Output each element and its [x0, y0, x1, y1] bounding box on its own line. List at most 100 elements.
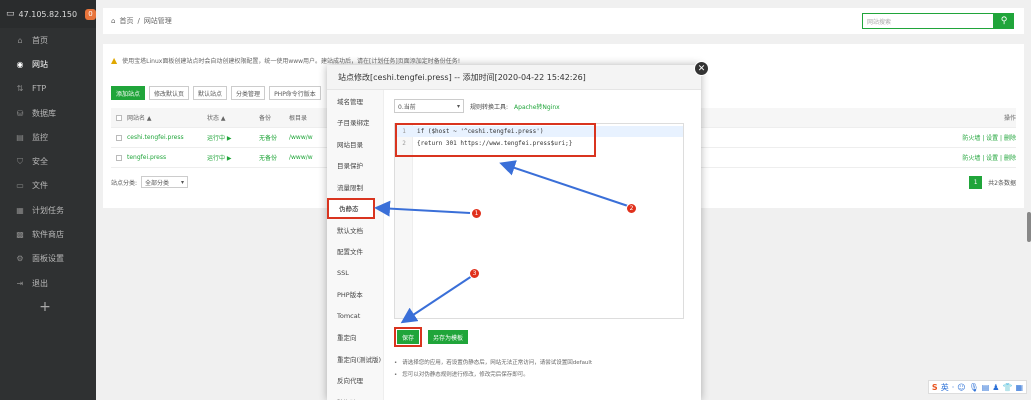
root-link[interactable]: /www/w	[289, 134, 329, 141]
col-root: 根目录	[289, 115, 308, 122]
row-checkbox[interactable]	[116, 134, 122, 141]
category-button[interactable]: 分类管理	[231, 86, 266, 100]
modal-tab[interactable]: 重定向	[327, 327, 383, 349]
modal-tab[interactable]: 子目录绑定	[327, 112, 383, 134]
close-icon[interactable]: ✕	[694, 61, 709, 76]
modal-tab[interactable]: 重定向(测试版)	[327, 348, 383, 370]
search-box: 网站搜索 ⚲	[862, 13, 1014, 29]
modal-tab[interactable]: Tomcat	[327, 305, 383, 327]
apache-to-nginx-link[interactable]: Apache转Nginx	[514, 102, 560, 111]
sidebar-item[interactable]: ⛁ 数据库	[0, 101, 96, 125]
ftp-icon: ⇅	[16, 84, 24, 94]
rewrite-select[interactable]: 0.当前 ▾	[394, 99, 464, 113]
modal-tab[interactable]: 流量限制	[327, 176, 383, 198]
annotation-marker-3: 3	[469, 268, 480, 279]
ime-lang[interactable]: 英	[941, 382, 949, 393]
modal-tab[interactable]: 网站目录	[327, 133, 383, 155]
sidebar-item[interactable]: ▭ 文件	[0, 174, 96, 198]
notice-text: 使用宝塔Linux面板创建站点时会自动创建权限配置，统一使用www用户。建站成功…	[122, 58, 461, 65]
grid-icon[interactable]: ▦	[1015, 383, 1023, 392]
modal-tab[interactable]: 配置文件	[327, 241, 383, 263]
rewrite-select-value: 0.当前	[398, 103, 416, 111]
notice-bar: ▲ 使用宝塔Linux面板创建站点时会自动创建权限配置，统一使用www用户。建站…	[111, 56, 460, 65]
search-input[interactable]: 网站搜索	[862, 13, 994, 29]
search-button[interactable]: ⚲	[994, 13, 1014, 29]
row-actions[interactable]: 防火墙 | 设置 | 删除	[962, 133, 1016, 142]
ime-toolbar[interactable]: S 英 · ☺ 🎙 ▤ ♟ 👕 ▦	[927, 380, 1027, 394]
row-checkbox[interactable]	[116, 154, 122, 161]
modal-tab[interactable]: 域名管理	[327, 90, 383, 112]
code-highlight-box	[395, 123, 596, 157]
calendar-icon: ▦	[16, 205, 24, 215]
skin-icon[interactable]: 👕	[1002, 383, 1012, 392]
modal-tab[interactable]: 目录保护	[327, 155, 383, 177]
sidebar-item-label: 软件商店	[32, 230, 64, 240]
globe-icon: ◉	[16, 59, 24, 69]
modal-tab[interactable]: 默认文档	[327, 219, 383, 241]
ime-punct[interactable]: ·	[952, 383, 955, 392]
site-edit-modal: 站点修改[ceshi.tengfei.press] -- 添加时间[2020-0…	[327, 65, 701, 400]
sidebar-item-label: 文件	[32, 181, 48, 191]
folder-icon: ▭	[16, 181, 24, 191]
sidebar-item[interactable]: ⚙ 面板设置	[0, 247, 96, 271]
row-actions[interactable]: 防火墙 | 设置 | 删除	[962, 153, 1016, 162]
category-select[interactable]: 全部分类 ▾	[141, 176, 189, 188]
add-menu-button[interactable]: +	[0, 295, 96, 319]
top-bar: ⌂ 首页 / 网站管理 网站搜索 ⚲	[103, 8, 1024, 34]
sidebar-item-label: 计划任务	[32, 205, 64, 215]
sidebar-item[interactable]: ▩ 软件商店	[0, 222, 96, 246]
store-icon: ▩	[16, 230, 24, 240]
add-site-button[interactable]: 添加站点	[111, 86, 146, 100]
sidebar-item[interactable]: ▤ 监控	[0, 125, 96, 149]
page-total: 共2条数据	[988, 179, 1016, 187]
modal-tab[interactable]: 反向代理	[327, 370, 383, 392]
breadcrumb-separator: /	[137, 17, 140, 25]
code-editor[interactable]: 1 if ($host ~ '^ceshi.tengfei.press') 2 …	[394, 123, 684, 319]
sidebar-item[interactable]: ⌂ 首页	[0, 28, 96, 52]
sidebar-item[interactable]: ⇅ FTP	[0, 77, 96, 101]
tip-item: 您可以对伪静态规则进行修改，修改完后保存即可。	[394, 369, 592, 381]
user-icon[interactable]: ♟	[992, 383, 999, 392]
select-all-checkbox[interactable]	[116, 114, 122, 121]
server-header: ▭ 47.105.82.150 0	[0, 0, 96, 28]
breadcrumb: ⌂ 首页 / 网站管理	[111, 16, 172, 26]
sidebar-item[interactable]: ⛉ 安全	[0, 149, 96, 173]
modal-tab[interactable]: PHP版本	[327, 284, 383, 306]
sidebar-item[interactable]: ▦ 计划任务	[0, 198, 96, 222]
backup-link[interactable]: 无备份	[259, 133, 289, 142]
page-current[interactable]: 1	[969, 175, 983, 189]
root-link[interactable]: /www/w	[289, 154, 329, 161]
status-toggle[interactable]: 运行中 ▶	[207, 133, 259, 142]
modal-tab[interactable]: 伪静态	[327, 197, 375, 219]
save-template-button[interactable]: 另存为模板	[428, 330, 469, 344]
save-button[interactable]: 保存	[397, 330, 420, 344]
tip-item: 请选择您的应用，若设置伪静态后，网站无法正常访问，请尝试设置回default	[394, 357, 592, 369]
php-cli-button[interactable]: PHP命令行版本	[269, 86, 321, 100]
scrollbar[interactable]	[1027, 212, 1031, 242]
backup-link[interactable]: 无备份	[259, 153, 289, 162]
default-page-button[interactable]: 修改默认页	[149, 86, 190, 100]
dropdown-icon: ▾	[456, 102, 460, 110]
mic-icon[interactable]: 🎙	[969, 383, 979, 392]
emoji-icon[interactable]: ☺	[957, 383, 965, 392]
keyboard-icon[interactable]: ▤	[982, 383, 990, 392]
dropdown-icon: ▾	[181, 178, 185, 186]
modal-tabs: 域名管理 子目录绑定 网站目录 目录保护 流量限制 伪静态 默认文档 配置文件 SSL PHP版本…	[327, 90, 384, 400]
col-name[interactable]: 网站名 ▲	[127, 113, 207, 122]
site-name-link[interactable]: tengfei.press	[127, 154, 207, 161]
modal-tab[interactable]: 防盗链	[327, 391, 383, 400]
sidebar-item[interactable]: ⇥ 退出	[0, 271, 96, 295]
breadcrumb-home[interactable]: 首页	[119, 16, 133, 26]
modal-tab[interactable]: SSL	[327, 262, 383, 284]
status-toggle[interactable]: 运行中 ▶	[207, 153, 259, 162]
notification-badge[interactable]: 0	[85, 8, 96, 20]
default-site-button[interactable]: 默认站点	[193, 86, 228, 100]
annotation-marker-2: 2	[626, 203, 637, 214]
sidebar-item-label: 面板设置	[32, 254, 64, 264]
sidebar-item[interactable]: ◉ 网站	[0, 52, 96, 76]
server-ip: 47.105.82.150	[18, 9, 78, 19]
home-icon: ⌂	[111, 17, 116, 25]
col-status[interactable]: 状态 ▲	[207, 113, 259, 122]
sidebar: ▭ 47.105.82.150 0 ⌂ 首页 ◉ 网站 ⇅ FTP ⛁ 数据库 ▤ 监控 ⛉ 安全 ▭ 文…	[0, 0, 96, 400]
site-name-link[interactable]: ceshi.tengfei.press	[127, 134, 207, 141]
